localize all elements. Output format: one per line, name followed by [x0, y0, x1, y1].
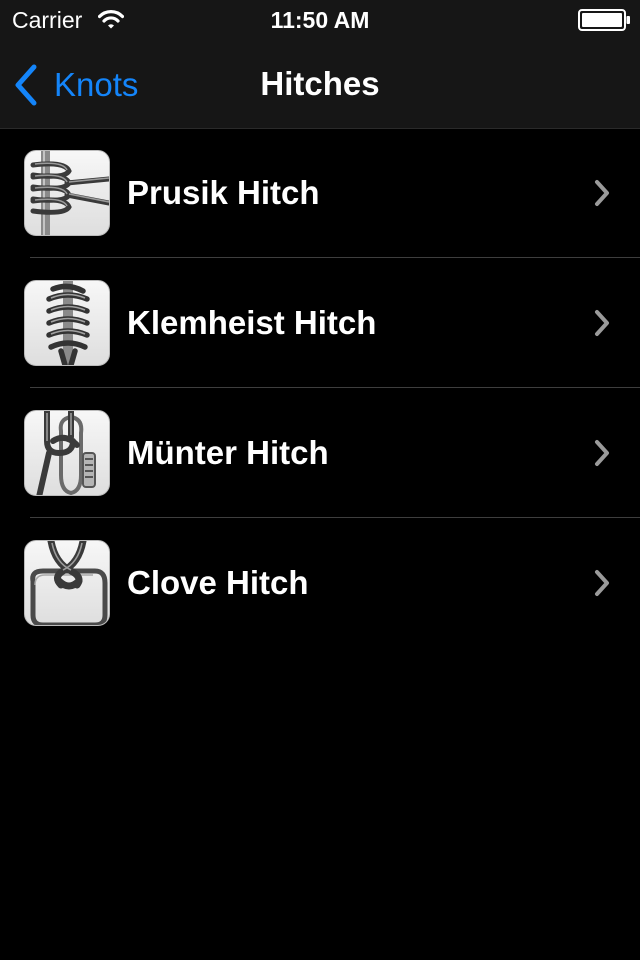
chevron-right-icon	[595, 180, 609, 206]
chevron-right-icon	[595, 440, 609, 466]
list-item-clove-hitch[interactable]: Clove Hitch	[0, 518, 640, 648]
list-item-munter-hitch[interactable]: Münter Hitch	[0, 388, 640, 518]
navigation-bar: Knots Hitches	[0, 40, 640, 129]
munter-hitch-thumbnail	[24, 410, 110, 496]
chevron-right-icon	[595, 570, 609, 596]
klemheist-hitch-thumbnail	[24, 280, 110, 366]
list-item-title: Klemheist Hitch	[127, 304, 377, 341]
list-item-prusik-hitch[interactable]: Prusik Hitch	[0, 128, 640, 258]
list-item-title: Clove Hitch	[127, 564, 309, 601]
hitches-list: Prusik Hitch Klemheist Hitch Münter Hitc…	[0, 128, 640, 648]
list-item-klemheist-hitch[interactable]: Klemheist Hitch	[0, 258, 640, 388]
clove-hitch-thumbnail	[24, 540, 110, 626]
list-item-title: Prusik Hitch	[127, 174, 320, 211]
page-title: Hitches	[260, 65, 380, 102]
battery-full-icon	[578, 9, 630, 31]
prusik-hitch-thumbnail	[24, 150, 110, 236]
status-time: 11:50 AM	[270, 7, 370, 33]
chevron-right-icon	[595, 310, 609, 336]
list-item-title: Münter Hitch	[127, 434, 329, 471]
status-bar: Carrier 11:50 AM	[0, 0, 640, 40]
